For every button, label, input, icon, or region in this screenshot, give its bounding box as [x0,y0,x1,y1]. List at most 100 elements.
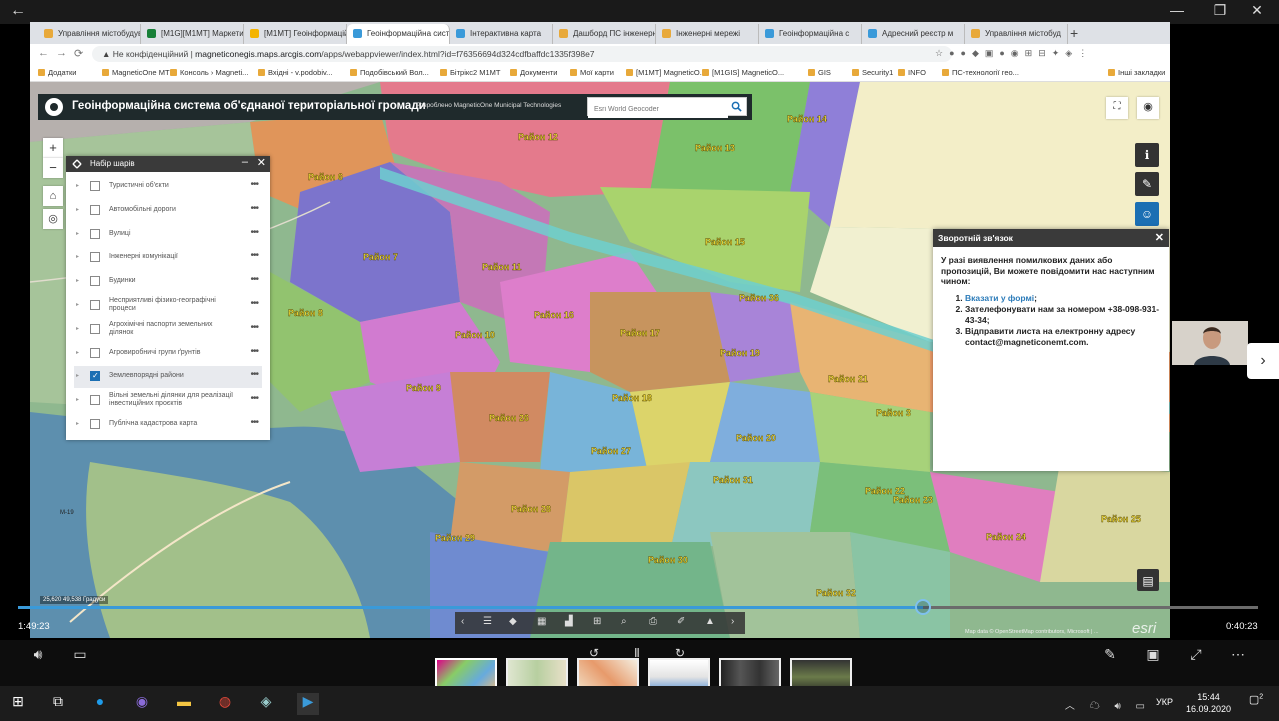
extension-icons[interactable]: ☆●●◆▣●◉⊞⊟✦◈⋮ [935,48,1093,59]
layer-row[interactable]: ▸ Несприятливі фізико-географічні процеси… [74,295,262,317]
viber-icon[interactable]: ◉ [131,693,153,715]
layer-row[interactable]: ▸ Вулиці ••• [74,224,262,246]
bookmark-item[interactable]: Подобівський Вол... [350,68,429,77]
bookmark-item[interactable]: ПС-технології гео... [942,68,1019,77]
expand-arrow-icon[interactable]: ▸ [76,230,79,237]
layer-checkbox[interactable] [90,395,100,406]
close-panel-icon[interactable]: ✕ [257,156,266,169]
bookmark-item[interactable]: GIS [808,68,831,77]
layer-checkbox[interactable] [90,323,100,334]
minimize-icon[interactable]: — [1160,2,1194,18]
video-progress-bar[interactable] [18,599,1258,615]
layer-checkbox[interactable] [90,371,100,382]
browser-tab[interactable]: Геоінформаційна система [347,24,450,44]
bookmark-item[interactable]: MagneticOne MT [102,68,170,77]
more-options-icon[interactable]: ••• [250,346,258,357]
layer-row[interactable]: ▸ Землевпорядні райони ••• [74,366,262,389]
bookmark-item[interactable]: Бітрікс2 M1MT [440,68,500,77]
expand-arrow-icon[interactable]: ▸ [76,396,79,403]
attribute-table-icon[interactable]: ▤ [1137,569,1159,591]
more-options-icon[interactable]: ••• [250,417,258,428]
search-icon[interactable] [731,101,742,112]
video-player-icon[interactable]: ▶ [297,693,319,715]
pen-icon[interactable]: ✎ [1100,646,1120,666]
layer-row[interactable]: ▸ Агровиробничі групи ґрунтів ••• [74,343,262,365]
layer-checkbox[interactable] [90,300,100,310]
layer-row[interactable]: ▸ Інженерні комунікації ••• [74,247,262,269]
more-icon[interactable]: ⋯ [1228,646,1248,666]
pip-icon[interactable]: ▣ [1143,646,1163,666]
zoom-in-button[interactable]: + [43,138,63,158]
expand-arrow-icon[interactable]: ▸ [76,182,79,189]
back-icon[interactable]: ← [38,47,49,59]
geocoder-search[interactable] [587,97,747,118]
draw-icon[interactable]: ✐ [677,616,685,627]
layer-checkbox[interactable] [90,252,100,263]
browser-tab[interactable]: Інженерні мережі [656,24,759,44]
expand-arrow-icon[interactable]: ▸ [76,420,79,427]
zoom-out-button[interactable]: − [43,158,63,178]
form-link[interactable]: Вказати у формі [965,293,1034,303]
close-icon[interactable]: ✕ [1240,2,1274,19]
maximize-icon[interactable]: ❐ [1203,2,1237,19]
browser-tab[interactable]: Геоінформаційна с [759,24,862,44]
eye-icon[interactable]: ◉ [1137,97,1159,119]
chrome-icon[interactable]: ◍ [214,693,236,715]
language-indicator[interactable]: УКР [1156,697,1173,707]
app-icon[interactable]: ◈ [255,693,277,715]
more-options-icon[interactable]: ••• [250,322,258,333]
more-options-icon[interactable]: ••• [250,227,258,238]
volume-icon[interactable]: 🔊︎ [28,646,48,666]
start-icon[interactable]: ⊞ [7,693,29,715]
bookmark-item[interactable]: Security1 [852,68,893,77]
layer-checkbox[interactable] [90,204,100,215]
browser-tab[interactable]: Дашборд ПС інженерні [553,24,656,44]
browser-tab[interactable]: [M1G][M1MT] Маркетинг [141,24,244,44]
back-arrow-icon[interactable]: ← [10,2,26,20]
warning-icon[interactable]: ▲ [705,616,715,627]
layers-tool-icon[interactable]: ◆ [509,616,517,627]
edge-icon[interactable]: ● [89,693,111,715]
task-view-icon[interactable]: ⧉ [47,693,69,715]
expand-arrow-icon[interactable]: ▸ [76,349,79,356]
browser-tab[interactable]: Управління містобудування [38,24,141,44]
bookmark-item[interactable]: [M1MT] MagneticO... [626,68,706,77]
print-icon[interactable]: ⎙ [649,616,657,627]
layer-row[interactable]: ▸ Публічна кадастрова карта ••• [74,414,262,436]
fullscreen-player-icon[interactable]: ⤢ [1186,646,1206,666]
bookmark-item[interactable]: Консоль › Magneti... [170,68,248,77]
system-tray[interactable]: ︿ ☁ 🔊︎ ▭ [1065,697,1151,712]
bookmark-item[interactable]: Додатки [38,68,76,77]
next-icon[interactable]: › [731,616,734,627]
browser-tab[interactable]: Інтерактивна карта [450,24,553,44]
layer-checkbox[interactable] [90,181,100,191]
expand-arrow-icon[interactable]: ▸ [76,301,79,308]
fullscreen-icon[interactable]: ⛶ [1106,97,1128,119]
layer-checkbox[interactable] [90,228,100,239]
layer-row[interactable]: ▸ Будинки ••• [74,271,262,293]
expand-arrow-icon[interactable]: ▸ [76,372,79,379]
layer-checkbox[interactable] [90,276,100,287]
more-options-icon[interactable]: ••• [250,250,258,261]
close-feedback-icon[interactable]: ✕ [1155,231,1164,244]
layer-row[interactable]: ▸ Автомобільні дороги ••• [74,200,262,222]
layer-row[interactable]: ▸ Туристичні об'єкти ••• [74,176,262,198]
reload-icon[interactable]: ⟳ [74,47,83,60]
next-slide-chevron-icon[interactable]: › [1247,343,1279,379]
search-input[interactable] [588,101,728,118]
bookmark-item[interactable]: [M1GIS] MagneticO... [702,68,784,77]
grid-icon[interactable]: ▦ [537,616,546,627]
prev-icon[interactable]: ‹ [461,616,464,627]
query-icon[interactable]: ⌕ [621,616,627,627]
layer-checkbox[interactable] [90,347,100,358]
forward-icon[interactable]: → [56,47,67,59]
more-options-icon[interactable]: ••• [250,179,258,190]
browser-tab[interactable]: Управління містобуд [965,24,1068,44]
locate-icon[interactable]: ◎ [43,209,63,229]
browser-tab[interactable]: [M1MT] Геоінформаційна [244,24,347,44]
url-field[interactable]: ▲ Не конфіденційний | magneticonegis.map… [92,46,952,62]
expand-arrow-icon[interactable]: ▸ [76,253,79,260]
list-icon[interactable]: ☰ [483,616,492,627]
chart-icon[interactable]: ▟ [565,616,573,627]
expand-arrow-icon[interactable]: ▸ [76,206,79,213]
